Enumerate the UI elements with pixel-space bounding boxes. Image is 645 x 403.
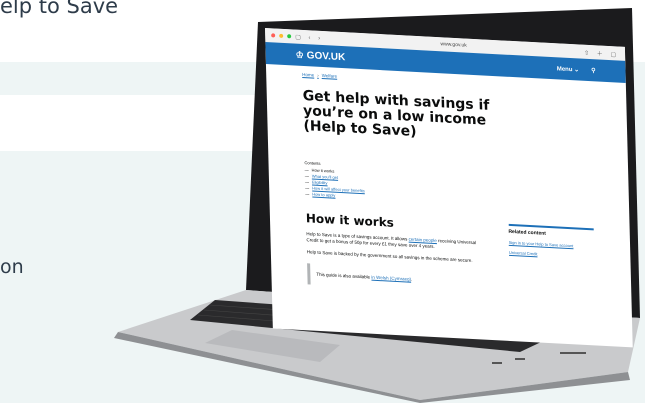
maximize-window-icon[interactable] (287, 34, 292, 39)
related-title: Related content (508, 228, 546, 237)
menu-button[interactable]: Menu ⌄ (557, 65, 580, 73)
slide-text-fragment: on (0, 256, 24, 278)
breadcrumb-separator: › (317, 72, 319, 78)
sidebar-icon[interactable]: ▢ ‹ › (295, 33, 323, 41)
backing-paragraph: Help to Save is backed by the government… (306, 249, 473, 263)
crown-icon: ♔ (295, 49, 304, 60)
content-columns: How it works Help to Save is a type of s… (305, 211, 596, 300)
address-bar[interactable]: www.gov.uk (440, 41, 466, 48)
related-link-sign-in[interactable]: Sign in to your Help to Save account (509, 240, 595, 249)
page-title: Get help with savings if you’re on a low… (302, 87, 490, 141)
search-icon[interactable]: ⚲ (591, 67, 596, 74)
slide-title-fragment: elp to Save (0, 0, 119, 18)
contents-list: Contents — How it works — What you’ll get … (304, 160, 593, 212)
breadcrumb-home[interactable]: Home (302, 72, 314, 78)
related-link-universal-credit[interactable]: Universal Credit (509, 250, 595, 259)
intro-paragraph: Help to Save is a type of savings accoun… (306, 231, 477, 249)
laptop-screen: ▢ ‹ › www.gov.uk ⇧ ＋ ▢ ♔ GOV.UK Menu ⌄ ⚲… (265, 28, 633, 348)
main-column: How it works Help to Save is a type of s… (305, 211, 489, 294)
background-card (0, 95, 285, 151)
inset-text: This guide is also available in Welsh (C… (307, 263, 489, 294)
page-content: Home › Welfare Get help with savings if … (266, 64, 632, 307)
welsh-link[interactable]: in Welsh (Cymraeg) (371, 275, 411, 282)
related-content: Related content Sign in to your Help to … (508, 223, 596, 300)
header-menu: Menu ⌄ ⚲ (557, 65, 596, 74)
close-window-icon[interactable] (271, 33, 276, 38)
govuk-logo[interactable]: ♔ GOV.UK (296, 49, 346, 63)
share-icon[interactable]: ⇧ ＋ ▢ (584, 47, 619, 58)
minimize-window-icon[interactable] (279, 33, 284, 38)
breadcrumb-welfare[interactable]: Welfare (322, 73, 338, 79)
section-heading: How it works (305, 211, 395, 230)
